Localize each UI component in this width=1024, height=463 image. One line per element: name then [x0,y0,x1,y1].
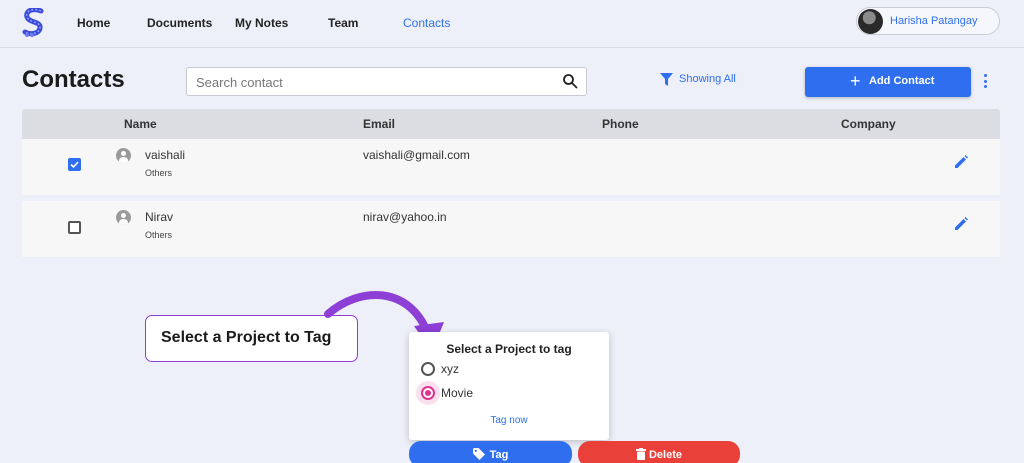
popup-title: Select a Project to tag [446,342,572,356]
nav-my-notes[interactable]: My Notes [235,16,288,30]
tag-now-button[interactable]: Tag now [409,415,609,426]
callout-text: Select a Project to Tag [161,329,332,346]
table-row[interactable]: Nirav Others nirav@yahoo.in [22,201,1000,257]
nav-home[interactable]: Home [77,16,110,30]
contact-email: nirav@yahoo.in [363,210,447,224]
edit-icon[interactable] [954,155,968,169]
top-nav-bar: Home Documents My Notes Team Contacts Ha… [0,0,1024,48]
radio-unselected[interactable] [421,362,435,376]
contact-tag: Others [145,230,173,240]
add-contact-button[interactable]: + Add Contact [805,67,971,97]
column-header-name[interactable]: Name [124,117,157,131]
column-header-phone[interactable]: Phone [602,117,639,131]
filter-label: Showing All [679,73,736,85]
app-logo[interactable] [22,8,46,38]
plus-icon: + [850,71,861,91]
contact-name[interactable]: Nirav [145,210,173,224]
nav-team[interactable]: Team [328,16,358,30]
person-icon [116,148,131,163]
radio-selected[interactable] [421,386,435,400]
avatar [858,9,883,34]
delete-button-label: Delete [648,449,683,461]
tag-button-label: Tag [489,449,509,461]
trash-icon [635,448,646,460]
nav-contacts[interactable]: Contacts [403,16,450,30]
user-name: Harisha Patangay [890,15,978,27]
column-header-email[interactable]: Email [363,117,395,131]
tag-icon [472,448,485,460]
search-icon[interactable] [562,73,578,89]
project-option-label: xyz [441,362,459,376]
delete-button[interactable]: Delete [578,441,740,463]
person-icon [116,210,131,225]
column-header-company[interactable]: Company [841,117,896,131]
row-checkbox-unchecked[interactable] [68,221,81,234]
project-option-label: Movie [441,386,474,400]
user-menu[interactable]: Harisha Patangay [856,7,1000,35]
page-title: Contacts [22,66,125,93]
search-placeholder: Search contact [196,75,283,90]
contact-email: vaishali@gmail.com [363,148,470,162]
contact-tag: Others [145,168,173,178]
nav-documents[interactable]: Documents [147,16,212,30]
filter-icon [660,73,673,86]
tag-project-popup: Select a Project to tag xyz Movie Tag no… [409,332,609,440]
table-row[interactable]: vaishali Others vaishali@gmail.com [22,139,1000,195]
table-header: Name Email Phone Company [22,109,1000,139]
edit-icon[interactable] [954,217,968,231]
more-vert-icon[interactable] [980,74,990,90]
contact-name[interactable]: vaishali [145,148,185,162]
tag-button[interactable]: Tag [409,441,572,463]
row-checkbox-checked[interactable] [68,158,81,171]
add-contact-label: Add Contact [869,75,935,87]
search-input[interactable]: Search contact [186,67,587,96]
